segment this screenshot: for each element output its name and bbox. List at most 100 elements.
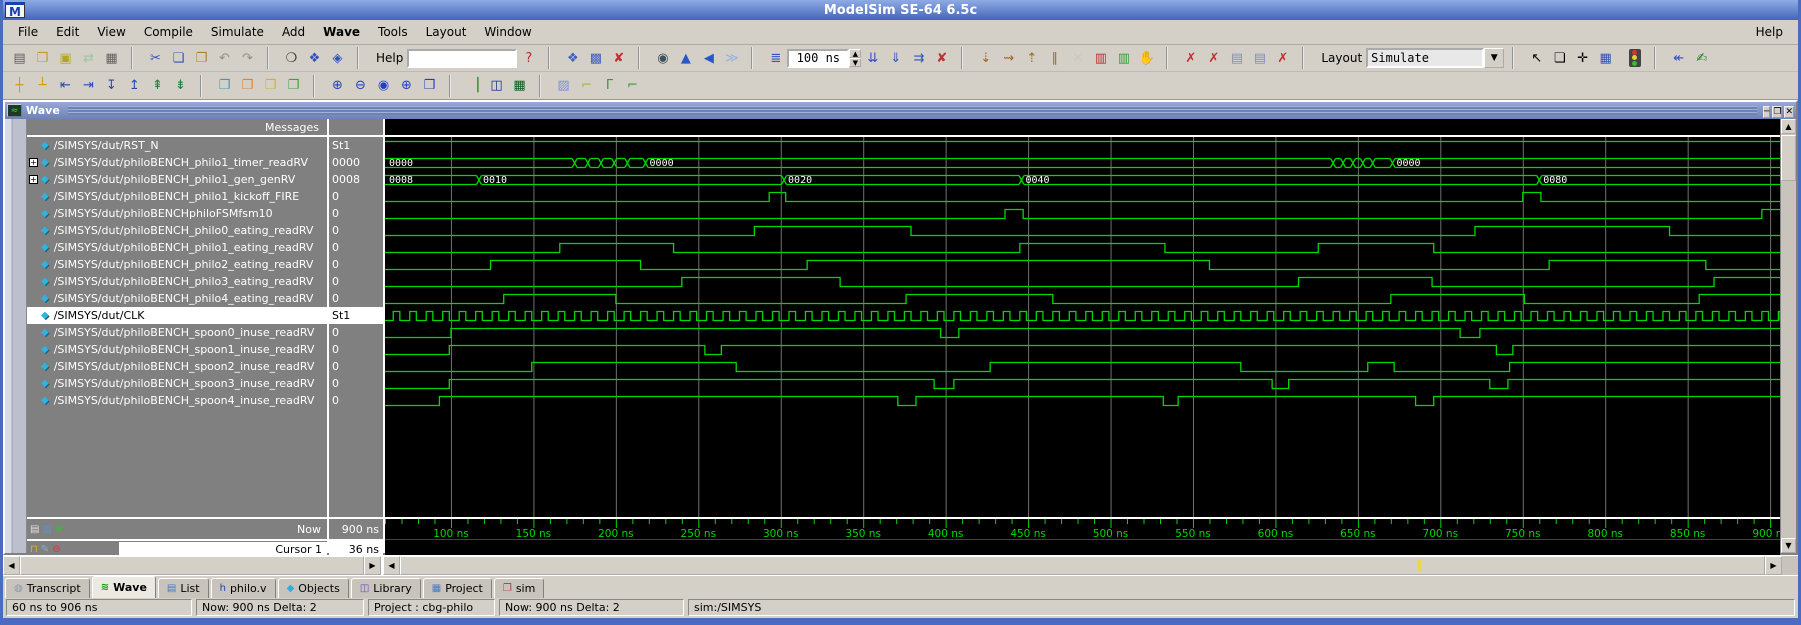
goto-icon[interactable]: ↞ [1667,47,1690,70]
tab-transcript[interactable]: ◍Transcript [5,578,90,598]
annotate-icon[interactable]: ✍ [1690,47,1713,70]
scroll-down-icon[interactable]: ▼ [1781,538,1796,553]
save-icon[interactable]: ▣ [54,47,77,70]
filter-a-icon[interactable]: ▤ [1225,47,1248,70]
hand-pause-icon[interactable]: ✋ [1135,47,1158,70]
prev-falling-edge-icon[interactable]: ↧ [100,74,123,97]
toggle-leaf-icon[interactable]: ⌐ [621,74,644,97]
find-icon[interactable]: ❍ [280,47,303,70]
tab-philo-v[interactable]: hphilo.v [211,578,276,598]
panel-close-button[interactable]: ✕ [1784,106,1794,118]
wave-vertical-scrollbar[interactable]: ▲ ▼ [1780,119,1796,553]
menu-item-help[interactable]: Help [1747,22,1792,42]
redo-icon[interactable]: ↷ [236,47,259,70]
signal-row[interactable]: ◆/SIMSYS/dut/philoBENCH_philo2_eating_re… [27,256,327,273]
continue-icon[interactable]: ≫ [720,47,743,70]
pointer-icon[interactable]: ↖ [1525,47,1548,70]
find-signal-icon[interactable]: ❐ [213,74,236,97]
run-icon[interactable]: ⇊ [861,47,884,70]
dual-window-icon[interactable]: ◫ [485,74,508,97]
paste-icon[interactable]: ❐ [190,47,213,70]
search-reverse-icon[interactable]: ❐ [282,74,305,97]
cut-icon[interactable]: ✂ [144,47,167,70]
signal-row[interactable]: +◆/SIMSYS/dut/philoBENCH_philo1_gen_genR… [27,171,327,188]
menu-item-simulate[interactable]: Simulate [202,22,273,42]
compile-all-icon[interactable]: ▩ [584,47,607,70]
delete-cursor-icon[interactable]: ┴ [31,74,54,97]
title-bar[interactable]: M ModelSim SE-64 6.5c [3,0,1798,20]
kill-left-icon[interactable]: ✗ [1179,47,1202,70]
multi-window-icon[interactable]: ▦ [508,74,531,97]
edit-mode-icon[interactable]: ▦ [1594,47,1617,70]
add-cursor-icon[interactable]: ┼ [8,74,31,97]
memory-profile-icon[interactable]: ▥ [1112,47,1135,70]
break-icon[interactable]: ✘ [930,47,953,70]
memory-pattern-icon[interactable]: ▨ [552,74,575,97]
run-length-up-icon[interactable]: ▲ [849,49,861,58]
find-value-icon[interactable]: ❐ [236,74,259,97]
menu-item-window[interactable]: Window [475,22,540,42]
print-icon[interactable]: ▦ [100,47,123,70]
scroll-up-icon[interactable]: ▲ [1781,119,1796,134]
signal-row[interactable]: ◆/SIMSYS/dut/RST_N [27,137,327,154]
open-folder-icon[interactable]: ❒ [31,47,54,70]
search-forward-icon[interactable]: ❐ [259,74,282,97]
delete-cursor-small-icon[interactable]: ⊖ [52,544,60,555]
tab-project[interactable]: ▦Project [423,578,492,598]
expand-icon[interactable]: + [29,175,38,184]
signal-row[interactable]: ◆/SIMSYS/dut/philoBENCH_spoon3_inuse_rea… [27,375,327,392]
menu-item-layout[interactable]: Layout [417,22,476,42]
signal-row[interactable]: ◆/SIMSYS/dut/philoBENCH_philo3_eating_re… [27,273,327,290]
restart-icon[interactable]: ▲ [674,47,697,70]
menu-item-file[interactable]: File [9,22,47,42]
menu-item-edit[interactable]: Edit [47,22,88,42]
signal-row[interactable]: ◆/SIMSYS/dut/philoBENCH_philo1_kickoff_F… [27,188,327,205]
panel-restore-button[interactable]: ❐ [1772,106,1782,118]
profile-icon[interactable]: ▥ [1089,47,1112,70]
signal-row[interactable]: ◆/SIMSYS/dut/philoBENCH_spoon0_inuse_rea… [27,324,327,341]
new-document-icon[interactable]: ▤ [8,47,31,70]
signal-row[interactable]: +◆/SIMSYS/dut/philoBENCH_philo1_timer_re… [27,154,327,171]
menu-item-compile[interactable]: Compile [135,22,202,42]
panel-minimize-button[interactable]: ─ [1763,106,1770,118]
prev-rising-edge-icon[interactable]: ⇞ [146,74,169,97]
run-length-input[interactable] [787,49,849,68]
signal-row[interactable]: ◆/SIMSYS/dut/philoBENCH_philo1_eating_re… [27,239,327,256]
expand-tree-icon[interactable]: ❖ [303,47,326,70]
signal-row[interactable]: ◆/SIMSYS/dut/philoBENCHphiloFSMfsm10 [27,205,327,222]
run-all-icon[interactable]: ⇉ [907,47,930,70]
signal-row[interactable]: ◆/SIMSYS/dut/philoBENCH_spoon4_inuse_rea… [27,392,327,409]
help-find-icon[interactable]: ? [517,47,540,70]
tab-wave[interactable]: ≋Wave [92,576,156,598]
next-transition-icon[interactable]: ⇥ [77,74,100,97]
signal-row[interactable]: ◆/SIMSYS/dut/CLK [27,307,327,324]
kill-right-icon[interactable]: ✗ [1202,47,1225,70]
stop-icon[interactable]: ✕ [1066,47,1089,70]
timeline-ruler[interactable]: 100 ns150 ns200 ns250 ns300 ns350 ns400 … [385,517,1780,539]
names-scroll-right-icon[interactable]: ▶ [364,556,381,575]
edit-cursor-icon[interactable]: ✎ [41,544,49,555]
zoom-full-icon[interactable]: ◉ [372,74,395,97]
filter-b-icon[interactable]: ▤ [1248,47,1271,70]
signal-row[interactable]: ◆/SIMSYS/dut/philoBENCH_spoon2_inuse_rea… [27,358,327,375]
waveform-canvas[interactable]: 00000000000000080010002000400080 [385,137,1780,517]
step-back-icon[interactable]: ◀ [697,47,720,70]
step-pause-icon[interactable]: ∥ [1043,47,1066,70]
zoom-last-icon[interactable]: ▥ [42,524,51,535]
layout-select[interactable]: Simulate [1366,48,1484,68]
lock-cursor-icon[interactable]: ⊓ [30,544,38,555]
single-window-icon[interactable]: ▕ [462,74,485,97]
collapse-time-icon[interactable]: Γ [598,74,621,97]
compile-clear-icon[interactable]: ✘ [607,47,630,70]
menu-item-view[interactable]: View [88,22,134,42]
names-scroll-thumb[interactable] [20,556,364,575]
zoom-range-icon[interactable]: ❒ [418,74,441,97]
zoom-out-icon[interactable]: ⊖ [349,74,372,97]
zoom-cursor-icon[interactable]: ⊕ [395,74,418,97]
zoom-mode-icon[interactable]: ❏ [1548,47,1571,70]
collapse-tree-icon[interactable]: ◈ [326,47,349,70]
run-length-icon[interactable]: ≣ [764,47,787,70]
step-over-icon[interactable]: ⇝ [997,47,1020,70]
wave-scrollbar[interactable]: ◀ ▶ [383,556,1782,575]
tab-library[interactable]: ◫Library [351,578,421,598]
